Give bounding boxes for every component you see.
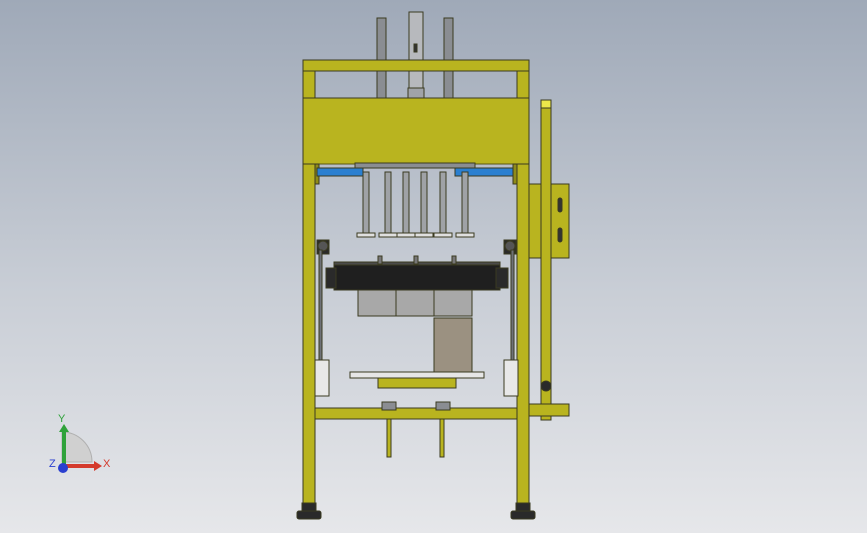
belt-pulleys (316, 239, 517, 255)
cad-viewport[interactable]: Y X Z (0, 0, 867, 533)
triad-plane-indicator (61, 431, 93, 463)
z-axis-label: Z (49, 458, 56, 470)
y-axis-arrow (59, 424, 69, 432)
push-rods (356, 171, 475, 238)
y-axis-label: Y (58, 413, 66, 425)
lift-platform (349, 371, 485, 389)
coordinate-triad (58, 424, 102, 473)
pneumatic-cylinders (316, 162, 514, 177)
x-axis-label: X (103, 458, 111, 470)
top-cylinder-rods (376, 11, 454, 99)
lower-crossbar (314, 401, 518, 458)
x-axis-arrow (94, 461, 102, 471)
product-blocks (357, 289, 473, 375)
frame-legs (302, 163, 530, 505)
machine-assembly[interactable] (296, 11, 570, 520)
side-bracket (528, 99, 570, 421)
conveyor-belt (325, 255, 509, 291)
z-axis-dot (58, 463, 68, 473)
leveling-feet (296, 502, 536, 520)
